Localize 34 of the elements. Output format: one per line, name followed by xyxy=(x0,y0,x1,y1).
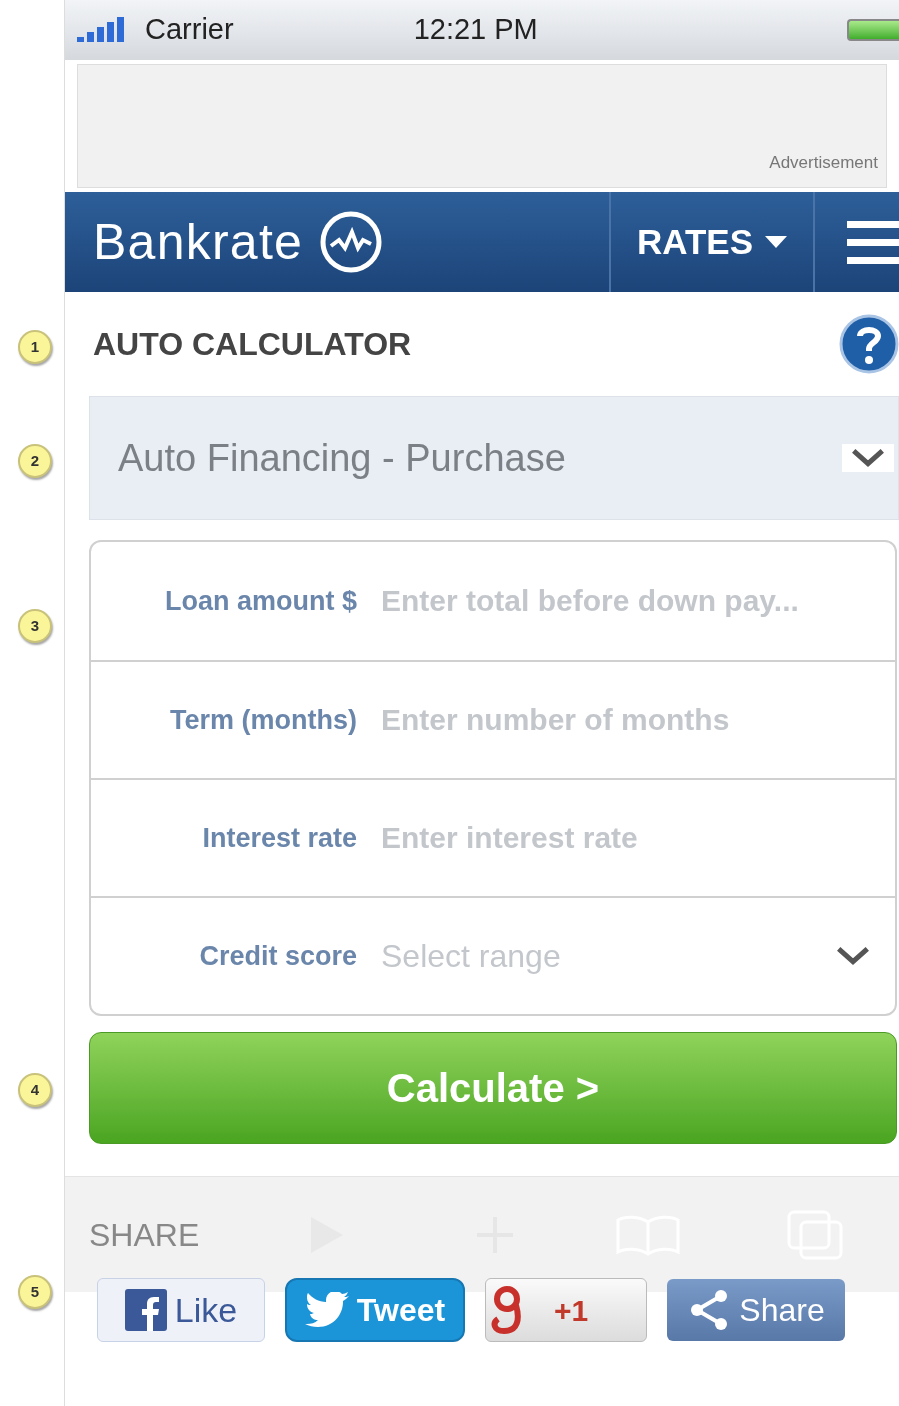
rates-menu-button[interactable]: RATES xyxy=(609,192,815,292)
brand-logo: Bankrate xyxy=(93,212,304,272)
clock-text: 12:21 PM xyxy=(413,12,538,48)
field-label: Credit score xyxy=(198,939,358,973)
bird-icon xyxy=(304,1292,349,1328)
caret-icon xyxy=(765,236,787,248)
chevron-down-icon xyxy=(835,946,871,966)
carrier-text: Carrier xyxy=(145,12,234,48)
input-field[interactable]: Enter total before down pay... xyxy=(381,542,895,660)
battery-icon xyxy=(847,19,899,41)
field-label: Term (months) xyxy=(169,703,358,737)
facebook-like-button[interactable]: Like xyxy=(97,1278,265,1342)
calculator-title: AUTO CALCULATOR xyxy=(93,325,412,364)
callout-marker: 5 xyxy=(18,1275,52,1309)
pulse-logo-icon xyxy=(319,210,384,274)
calculate-button[interactable]: Calculate > xyxy=(89,1032,897,1144)
callout-marker: 3 xyxy=(18,609,52,643)
chevron-down-icon xyxy=(850,448,886,468)
callout-marker: 1 xyxy=(18,330,52,364)
share-heading: SHARE xyxy=(89,1215,200,1255)
calculator-type-select[interactable]: Auto Financing - Purchase xyxy=(89,396,899,520)
callout-marker: 2 xyxy=(18,444,52,478)
input-field[interactable]: Enter interest rate xyxy=(381,780,895,896)
tweet-button[interactable]: Tweet xyxy=(285,1278,465,1342)
ad-label: Advertisement xyxy=(769,151,878,174)
menu-icon xyxy=(847,219,899,265)
google-plus-one-button[interactable]: +1 xyxy=(485,1278,647,1342)
input-field[interactable]: Enter number of months xyxy=(381,662,895,778)
help-icon[interactable] xyxy=(839,314,899,374)
share-button[interactable]: Share xyxy=(667,1279,845,1341)
facebook-icon xyxy=(124,1289,167,1331)
callout-marker: 4 xyxy=(18,1073,52,1107)
field-label: Loan amount $ xyxy=(164,584,358,618)
field-label: Interest rate xyxy=(201,821,358,855)
